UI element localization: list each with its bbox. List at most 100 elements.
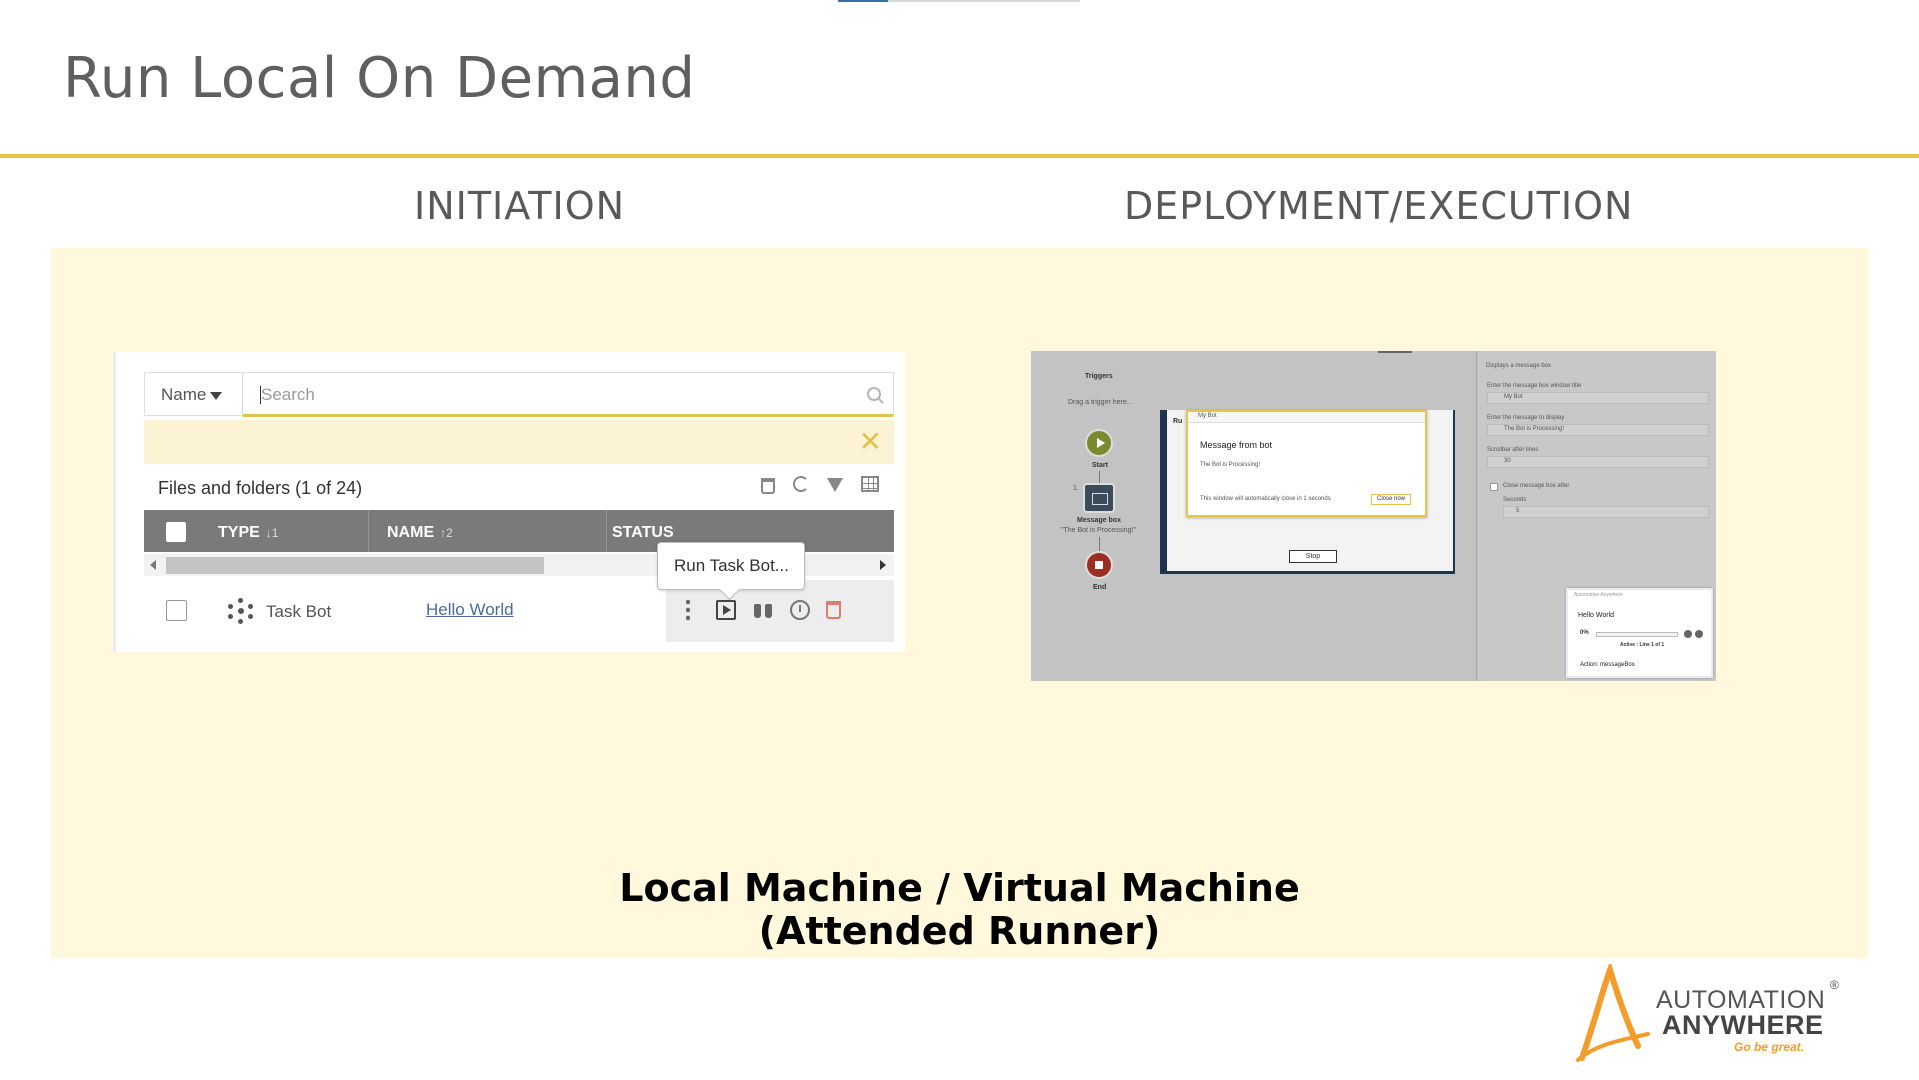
end-label: End xyxy=(1093,584,1107,591)
sort-icon: ↑2 xyxy=(440,526,453,540)
canvas-tab xyxy=(1378,351,1412,353)
start-label: Start xyxy=(1092,462,1108,469)
window-title-field[interactable]: My Bot xyxy=(1487,392,1709,404)
search-field-label: Name xyxy=(161,385,207,404)
progress-percent: 0% xyxy=(1580,630,1589,636)
column-separator xyxy=(606,510,607,552)
dialog-title: Message from bot xyxy=(1200,440,1273,450)
logo-a-mark-icon xyxy=(1576,964,1650,1062)
triggers-label: Triggers xyxy=(1085,373,1113,380)
initiation-screenshot: Name ✕ Files and folders (1 of 24) TYPE ↓… xyxy=(113,352,905,652)
seconds-field[interactable]: 5 xyxy=(1503,506,1709,518)
footer-line-2: (Attended Runner) xyxy=(758,909,1161,953)
scroll-right-icon[interactable] xyxy=(880,560,886,570)
dialog-titlebar: My Bot xyxy=(1188,412,1425,423)
message-box-sub: "The Bot is Processing!" xyxy=(1061,527,1137,534)
execution-screenshot: Triggers Drag a trigger here... Start 1.… xyxy=(1031,351,1716,681)
top-tab-indicator xyxy=(838,0,1080,2)
properties-header: Displays a message box xyxy=(1486,363,1552,369)
filter-bar: ✕ xyxy=(144,420,894,464)
field-label: Enter the message to display xyxy=(1487,415,1565,421)
trash-icon[interactable] xyxy=(761,478,775,494)
message-box-node[interactable] xyxy=(1083,483,1115,513)
dialog-window-title: My Bot xyxy=(1198,413,1217,419)
column-header-name[interactable]: NAME ↑2 xyxy=(387,524,453,542)
field-value: 30 xyxy=(1504,458,1511,464)
table-toolbar xyxy=(761,476,879,494)
flow-canvas: Triggers Drag a trigger here... Start 1.… xyxy=(1031,351,1477,681)
close-after-checkbox[interactable] xyxy=(1490,483,1498,491)
row-name-link[interactable]: Hello World xyxy=(426,600,514,620)
run-window-title: Ru xyxy=(1173,418,1183,425)
field-value: 5 xyxy=(1516,508,1520,514)
flow-connector xyxy=(1099,537,1100,551)
scrollbar-lines-field[interactable]: 30 xyxy=(1487,456,1709,468)
logo-tagline: Go be great. xyxy=(1734,1040,1805,1054)
start-node[interactable] xyxy=(1085,429,1113,457)
dialog-footer: This window will automatically close in … xyxy=(1200,496,1331,502)
search-field-dropdown[interactable]: Name xyxy=(145,373,243,417)
caret-down-icon xyxy=(210,391,223,400)
binoculars-icon[interactable] xyxy=(754,602,772,618)
delete-icon[interactable] xyxy=(826,601,841,619)
search-box xyxy=(243,373,893,417)
files-count: Files and folders (1 of 24) xyxy=(158,478,363,498)
sort-icon: ↓1 xyxy=(265,526,279,540)
execution-heading: DEPLOYMENT/EXECUTION xyxy=(1124,184,1634,228)
search-icon[interactable] xyxy=(867,387,881,401)
select-all-checkbox[interactable] xyxy=(166,522,186,542)
end-node[interactable] xyxy=(1085,551,1113,579)
search-bar: Name xyxy=(144,372,894,417)
column-header-label: STATUS xyxy=(612,524,674,541)
scroll-thumb[interactable] xyxy=(166,557,544,574)
stop-button[interactable]: Stop xyxy=(1289,550,1337,563)
drag-trigger-hint: Drag a trigger here... xyxy=(1068,399,1133,406)
progress-action: Action: messageBox xyxy=(1580,662,1635,668)
progress-window-title: Automation Anywhere xyxy=(1574,592,1623,598)
play-icon[interactable] xyxy=(716,600,736,620)
refresh-icon[interactable] xyxy=(793,476,809,492)
close-icon[interactable]: ✕ xyxy=(859,428,882,456)
slide-title: Run Local On Demand xyxy=(63,46,696,111)
run-task-bot-tooltip: Run Task Bot... xyxy=(657,542,805,590)
field-value: My Bot xyxy=(1504,394,1523,400)
progress-bar xyxy=(1596,632,1678,637)
footer-line-1: Local Machine / Virtual Machine xyxy=(619,866,1300,910)
registered-mark: ® xyxy=(1830,978,1839,992)
bot-progress-window: Automation Anywhere Hello World 0% Activ… xyxy=(1566,588,1713,678)
checkbox-label: Close message box after xyxy=(1503,483,1570,489)
field-label: Seconds xyxy=(1503,497,1527,503)
field-label: Scrollbar after lines xyxy=(1487,447,1539,453)
message-dialog: My Bot Message from bot The Bot is Proce… xyxy=(1186,410,1427,517)
title-rule xyxy=(0,154,1919,158)
scroll-left-icon[interactable] xyxy=(150,560,156,570)
stop-icon[interactable] xyxy=(1695,630,1703,638)
field-value: The Bot is Processing! xyxy=(1504,426,1565,432)
grid-icon[interactable] xyxy=(861,476,879,492)
progress-bot-name: Hello World xyxy=(1578,612,1615,619)
field-label: Enter the message box window title xyxy=(1487,383,1582,389)
search-input[interactable] xyxy=(261,383,841,407)
column-header-status[interactable]: STATUS xyxy=(612,524,674,542)
pause-icon[interactable] xyxy=(1684,630,1692,638)
filter-icon[interactable] xyxy=(827,478,843,492)
node-index: 1. xyxy=(1073,485,1079,492)
dialog-body: The Bot is Processing! xyxy=(1200,462,1261,468)
row-type: Task Bot xyxy=(266,602,332,621)
automation-anywhere-logo: AUTOMATION ANYWHERE Go be great. ® xyxy=(1576,964,1846,1064)
progress-active: Active : Line 1 of 1 xyxy=(1620,642,1665,648)
message-box-label: Message box xyxy=(1077,517,1121,524)
column-header-label: TYPE xyxy=(218,524,260,541)
row-checkbox[interactable] xyxy=(166,600,187,621)
column-separator xyxy=(368,510,369,552)
close-now-button[interactable]: Close now xyxy=(1371,494,1411,505)
more-icon[interactable] xyxy=(686,598,690,622)
column-header-type[interactable]: TYPE ↓1 xyxy=(218,524,278,542)
initiation-heading: INITIATION xyxy=(414,184,626,228)
flow-connector xyxy=(1099,471,1100,483)
column-header-label: NAME xyxy=(387,524,435,541)
task-bot-icon xyxy=(228,598,254,624)
clock-icon[interactable] xyxy=(790,600,810,620)
message-field[interactable]: The Bot is Processing! xyxy=(1487,424,1709,436)
logo-line-2: ANYWHERE xyxy=(1662,1010,1824,1040)
